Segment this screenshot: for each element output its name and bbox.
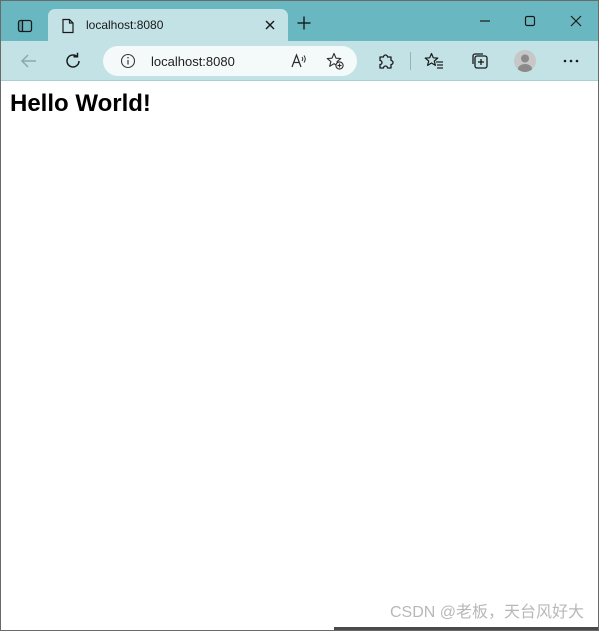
close-tab-icon[interactable] xyxy=(262,17,278,33)
tab-title: localhost:8080 xyxy=(86,18,164,32)
back-arrow-icon[interactable] xyxy=(19,51,39,71)
more-icon[interactable] xyxy=(561,51,581,71)
favorites-icon[interactable] xyxy=(424,51,444,71)
read-aloud-icon[interactable] xyxy=(290,52,308,70)
bottom-edge-bar xyxy=(334,627,598,630)
collections-icon[interactable] xyxy=(470,51,490,71)
page-heading: Hello World! xyxy=(10,90,151,117)
close-window-icon[interactable] xyxy=(568,13,584,29)
add-favorite-icon[interactable] xyxy=(326,52,344,70)
avatar[interactable] xyxy=(514,50,536,72)
page-icon xyxy=(61,18,75,34)
new-tab-plus-icon[interactable] xyxy=(296,15,312,31)
toolbar-divider xyxy=(410,52,411,70)
tab-strip: localhost:8080 xyxy=(1,1,598,42)
tab-actions-icon[interactable] xyxy=(9,10,41,42)
address-url[interactable]: localhost:8080 xyxy=(151,54,235,69)
minimize-icon[interactable] xyxy=(477,13,493,29)
refresh-icon[interactable] xyxy=(63,51,83,71)
puzzle-icon[interactable] xyxy=(376,51,396,71)
browser-window: localhost:8080 localhost:8080 Hello Worl… xyxy=(0,0,599,631)
address-bar[interactable]: localhost:8080 xyxy=(103,46,357,76)
info-icon[interactable] xyxy=(120,53,136,69)
browser-toolbar: localhost:8080 xyxy=(1,41,598,81)
active-tab[interactable]: localhost:8080 xyxy=(48,9,288,42)
page-content: Hello World! CSDN @老板，天台风好大 xyxy=(1,81,598,630)
watermark-text: CSDN @老板，天台风好大 xyxy=(389,604,584,621)
maximize-icon[interactable] xyxy=(522,13,538,29)
